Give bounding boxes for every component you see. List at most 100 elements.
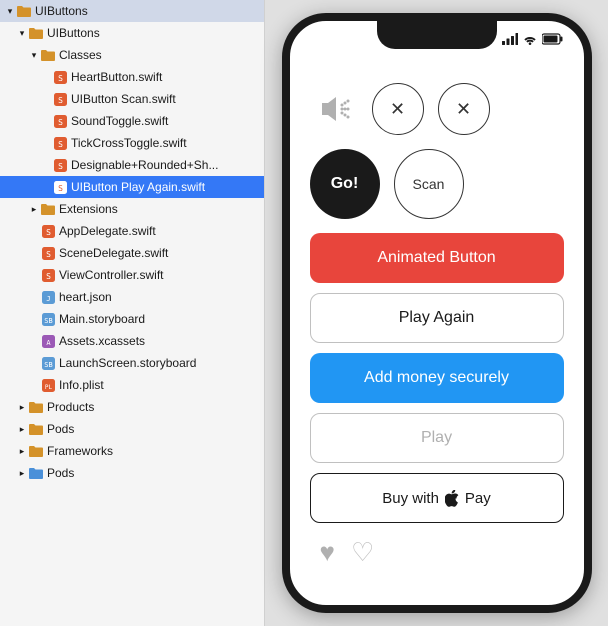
- svg-text:S: S: [58, 140, 63, 149]
- sidebar-item-uibutton-scan-swift[interactable]: S UIButton Scan.swift: [0, 88, 264, 110]
- phone-preview-area: 12:41: [265, 0, 608, 626]
- sidebar-item-designable-swift[interactable]: S Designable+Rounded+Sh...: [0, 154, 264, 176]
- sidebar-item-frameworks-folder[interactable]: Frameworks: [0, 440, 264, 462]
- sidebar-item-label: heart.json: [59, 290, 264, 304]
- battery-icon: [542, 33, 564, 45]
- phone-content: ✕ ✕ Go! Scan Animated Button: [290, 65, 584, 588]
- swift-icon: S: [52, 70, 68, 84]
- svg-text:J: J: [46, 295, 50, 303]
- sidebar-item-label: UIButton Scan.swift: [71, 92, 264, 106]
- sound-icon: [314, 91, 354, 127]
- sidebar-item-label: TickCrossToggle.swift: [71, 136, 264, 150]
- sidebar-item-products-folder[interactable]: Products: [0, 396, 264, 418]
- signal-icon: [502, 33, 518, 45]
- svg-text:S: S: [58, 184, 63, 193]
- sidebar-item-assets-xcassets[interactable]: AAssets.xcassets: [0, 330, 264, 352]
- sidebar-item-label: UIButtons: [35, 4, 264, 18]
- sidebar-item-uibuttons-folder[interactable]: UIButtons: [0, 22, 264, 44]
- folder-yellow-icon: [28, 26, 44, 40]
- sidebar-item-label: SceneDelegate.swift: [59, 246, 264, 260]
- sidebar-item-root[interactable]: UIButtons: [0, 0, 264, 22]
- sidebar-item-launchscreen-storyboard[interactable]: SBLaunchScreen.storyboard: [0, 352, 264, 374]
- scan-label: Scan: [413, 176, 445, 192]
- chevron-icon: [16, 445, 28, 457]
- sidebar-item-label: AppDelegate.swift: [59, 224, 264, 238]
- play-again-button[interactable]: Play Again: [310, 293, 564, 343]
- folder-yellow-icon: [40, 202, 56, 216]
- go-label: Go!: [331, 175, 359, 192]
- animated-button-label: Animated Button: [377, 249, 495, 266]
- sidebar-item-label: Designable+Rounded+Sh...: [71, 158, 264, 172]
- play-button[interactable]: Play: [310, 413, 564, 463]
- xcassets-icon: A: [40, 334, 56, 348]
- apple-pay-suffix: Pay: [465, 490, 491, 507]
- sidebar-item-heart-json[interactable]: Jheart.json: [0, 286, 264, 308]
- chevron-icon: [28, 203, 40, 215]
- folder-yellow-icon: [28, 422, 44, 436]
- wifi-icon: [522, 33, 538, 45]
- sidebar-item-label: Assets.xcassets: [59, 334, 264, 348]
- sidebar-item-appdelegate-swift[interactable]: S AppDelegate.swift: [0, 220, 264, 242]
- folder-yellow-icon: [28, 400, 44, 414]
- close-button-2[interactable]: ✕: [438, 83, 490, 135]
- sidebar-item-pods-folder[interactable]: Pods: [0, 418, 264, 440]
- sidebar-item-label: HeartButton.swift: [71, 70, 264, 84]
- sidebar-item-viewcontroller-swift[interactable]: SViewController.swift: [0, 264, 264, 286]
- sidebar-item-label: UIButtons: [47, 26, 264, 40]
- sidebar-item-extensions-folder[interactable]: Extensions: [0, 198, 264, 220]
- sidebar-item-soundtoggle-swift[interactable]: S SoundToggle.swift: [0, 110, 264, 132]
- svg-text:PL: PL: [44, 384, 52, 391]
- sidebar-item-heart-swift[interactable]: SHeartButton.swift: [0, 66, 264, 88]
- folder-blue-icon: [28, 466, 44, 480]
- svg-text:S: S: [46, 250, 51, 259]
- apple-pay-label: Buy with: [382, 490, 439, 507]
- play-again-label: Play Again: [399, 309, 475, 326]
- go-button[interactable]: Go!: [310, 149, 380, 219]
- sidebar-item-label: Main.storyboard: [59, 312, 264, 326]
- sidebar-item-tickcross-swift[interactable]: S TickCrossToggle.swift: [0, 132, 264, 154]
- svg-text:S: S: [58, 118, 63, 127]
- sidebar-item-info-plist[interactable]: PL Info.plist: [0, 374, 264, 396]
- apple-pay-button[interactable]: Buy with Pay: [310, 473, 564, 523]
- animated-button[interactable]: Animated Button: [310, 233, 564, 283]
- sidebar-item-scenedelegate-swift[interactable]: S SceneDelegate.swift: [0, 242, 264, 264]
- svg-text:S: S: [46, 228, 51, 237]
- plist-icon: PL: [40, 378, 56, 392]
- sidebar-item-label: Extensions: [59, 202, 264, 216]
- heart-filled-icon[interactable]: ♥: [320, 537, 335, 568]
- sidebar-item-main-storyboard[interactable]: SBMain.storyboard: [0, 308, 264, 330]
- folder-root-icon: [16, 4, 32, 18]
- chevron-icon: [4, 5, 16, 17]
- svg-text:S: S: [58, 162, 63, 171]
- play-label: Play: [421, 429, 452, 446]
- svg-text:S: S: [58, 96, 63, 105]
- close-icon-1: ✕: [390, 99, 405, 120]
- close-button-1[interactable]: ✕: [372, 83, 424, 135]
- sidebar-item-label: Classes: [59, 48, 264, 62]
- swift-icon: S: [52, 158, 68, 172]
- iphone-mockup: 12:41: [282, 13, 592, 613]
- folder-yellow-icon: [40, 48, 56, 62]
- sound-toggle-button[interactable]: [310, 85, 358, 133]
- sidebar-item-label: SoundToggle.swift: [71, 114, 264, 128]
- heart-outline-icon[interactable]: ♡: [351, 537, 374, 568]
- sidebar-item-label: Info.plist: [59, 378, 264, 392]
- json-icon: J: [40, 290, 56, 304]
- add-money-button[interactable]: Add money securely: [310, 353, 564, 403]
- sidebar-item-label: LaunchScreen.storyboard: [59, 356, 264, 370]
- chevron-icon: [16, 423, 28, 435]
- swift-icon: S: [52, 92, 68, 106]
- swift-icon: S: [52, 180, 68, 194]
- chevron-icon: [28, 49, 40, 61]
- scan-button[interactable]: Scan: [394, 149, 464, 219]
- apple-logo-icon: [445, 490, 459, 507]
- sidebar-item-label: ViewController.swift: [59, 268, 264, 282]
- sidebar-item-pods-item[interactable]: Pods: [0, 462, 264, 484]
- swift-icon: S: [52, 136, 68, 150]
- chevron-icon: [16, 467, 28, 479]
- add-money-label: Add money securely: [364, 369, 509, 386]
- buttons-row-1: ✕ ✕: [310, 83, 564, 135]
- sidebar-item-classes-folder[interactable]: Classes: [0, 44, 264, 66]
- chevron-icon: [16, 27, 28, 39]
- sidebar-item-uibutton-play-swift[interactable]: SUIButton Play Again.swift: [0, 176, 264, 198]
